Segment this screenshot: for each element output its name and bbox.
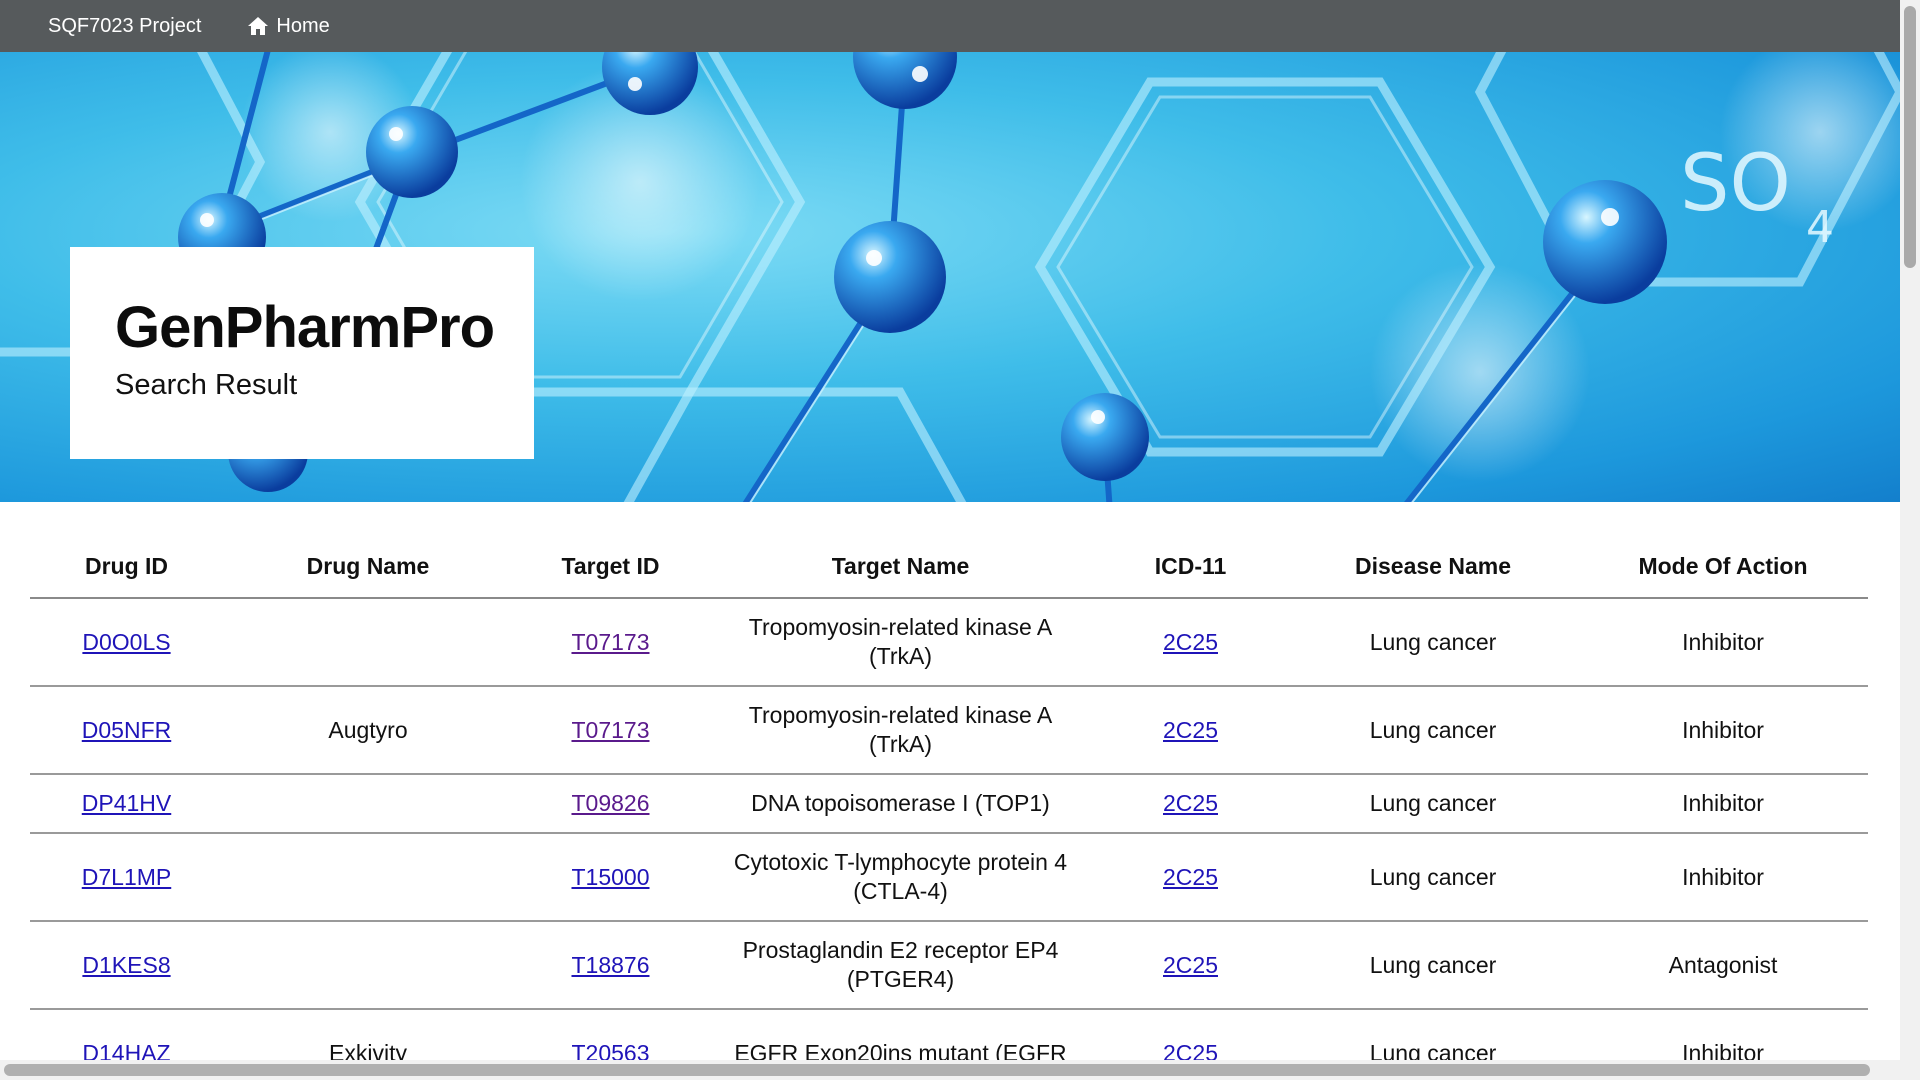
table-header-row: Drug ID Drug Name Target ID Target Name … xyxy=(30,535,1868,599)
target-id-cell: T15000 xyxy=(513,833,708,922)
disease-name-cell: Lung cancer xyxy=(1288,686,1578,775)
target-name-cell: DNA topoisomerase I (TOP1) xyxy=(708,774,1093,834)
icd11-cell: 2C25 xyxy=(1093,598,1288,687)
mode-of-action-cell: Inhibitor xyxy=(1578,598,1868,687)
vertical-scrollbar[interactable] xyxy=(1900,0,1920,1080)
column-header-drug-name: Drug Name xyxy=(223,535,513,599)
mode-of-action-cell: Inhibitor xyxy=(1578,774,1868,834)
target-id-link[interactable]: T07173 xyxy=(571,717,649,743)
drug-id-cell: D7L1MP xyxy=(30,833,223,922)
icd11-cell: 2C25 xyxy=(1093,686,1288,775)
icd11-link[interactable]: 2C25 xyxy=(1163,629,1218,655)
column-header-disease-name: Disease Name xyxy=(1288,535,1578,599)
target-name-cell: Prostaglandin E2 receptor EP4 (PTGER4) xyxy=(708,921,1093,1010)
disease-name-cell: Lung cancer xyxy=(1288,598,1578,687)
formula-so: SO xyxy=(1680,139,1791,229)
drug-name-cell xyxy=(223,774,513,834)
target-id-cell: T18876 xyxy=(513,921,708,1010)
drug-name-cell: Augtyro xyxy=(223,686,513,775)
mode-of-action-cell: Inhibitor xyxy=(1578,686,1868,775)
column-header-icd11: ICD-11 xyxy=(1093,535,1288,599)
table-row: DP41HV T09826 DNA topoisomerase I (TOP1)… xyxy=(30,774,1868,834)
drug-name-cell xyxy=(223,921,513,1010)
search-results-table: Drug ID Drug Name Target ID Target Name … xyxy=(30,535,1868,1080)
page-subtitle: Search Result xyxy=(115,369,298,401)
column-header-target-id: Target ID xyxy=(513,535,708,599)
table-row: D05NFR Augtyro T07173 Tropomyosin-relate… xyxy=(30,686,1868,775)
target-id-link[interactable]: T07173 xyxy=(571,629,649,655)
top-navbar: SQF7023 Project Home xyxy=(0,0,1900,52)
icd11-link[interactable]: 2C25 xyxy=(1163,864,1218,890)
page-title: GenPharmPro xyxy=(115,295,495,360)
drug-id-link[interactable]: D1KES8 xyxy=(82,952,170,978)
disease-name-cell: Lung cancer xyxy=(1288,921,1578,1010)
column-header-target-name: Target Name xyxy=(708,535,1093,599)
vertical-scrollbar-thumb[interactable] xyxy=(1904,6,1916,268)
drug-id-cell: D0O0LS xyxy=(30,598,223,687)
table-row: D0O0LS T07173 Tropomyosin-related kinase… xyxy=(30,598,1868,687)
drug-id-cell: D1KES8 xyxy=(30,921,223,1010)
home-nav-link[interactable]: Home xyxy=(247,14,330,38)
icd11-link[interactable]: 2C25 xyxy=(1163,952,1218,978)
column-header-drug-id: Drug ID xyxy=(30,535,223,599)
drug-id-link[interactable]: D0O0LS xyxy=(82,629,170,655)
table-row: D7L1MP T15000 Cytotoxic T-lymphocyte pro… xyxy=(30,833,1868,922)
icd11-cell: 2C25 xyxy=(1093,921,1288,1010)
icd11-cell: 2C25 xyxy=(1093,774,1288,834)
disease-name-cell: Lung cancer xyxy=(1288,774,1578,834)
drug-id-link[interactable]: DP41HV xyxy=(82,790,171,816)
brand-link[interactable]: SQF7023 Project xyxy=(48,15,201,38)
icd11-link[interactable]: 2C25 xyxy=(1163,790,1218,816)
target-id-link[interactable]: T18876 xyxy=(571,952,649,978)
drug-id-link[interactable]: D05NFR xyxy=(82,717,171,743)
icd11-link[interactable]: 2C25 xyxy=(1163,717,1218,743)
target-id-cell: T07173 xyxy=(513,598,708,687)
target-id-link[interactable]: T15000 xyxy=(571,864,649,890)
target-id-link[interactable]: T09826 xyxy=(571,790,649,816)
drug-id-link[interactable]: D7L1MP xyxy=(82,864,171,890)
icd11-cell: 2C25 xyxy=(1093,833,1288,922)
home-label: Home xyxy=(276,14,330,37)
horizontal-scrollbar[interactable] xyxy=(0,1060,1900,1080)
formula-subscript: 4 xyxy=(1806,202,1834,253)
table-row: D1KES8 T18876 Prostaglandin E2 receptor … xyxy=(30,921,1868,1010)
column-header-mode-of-action: Mode Of Action xyxy=(1578,535,1868,599)
mode-of-action-cell: Inhibitor xyxy=(1578,833,1868,922)
drug-name-cell xyxy=(223,833,513,922)
target-name-cell: Cytotoxic T-lymphocyte protein 4 (CTLA-4… xyxy=(708,833,1093,922)
mode-of-action-cell: Antagonist xyxy=(1578,921,1868,1010)
disease-name-cell: Lung cancer xyxy=(1288,833,1578,922)
home-icon xyxy=(248,17,269,35)
drug-id-cell: DP41HV xyxy=(30,774,223,834)
drug-name-cell xyxy=(223,598,513,687)
hero-banner: SO 4 GenPharmPro Search Result xyxy=(0,52,1900,502)
drug-id-cell: D05NFR xyxy=(30,686,223,775)
horizontal-scrollbar-thumb[interactable] xyxy=(4,1064,1870,1076)
hero-title-card: GenPharmPro Search Result xyxy=(70,247,534,459)
target-name-cell: Tropomyosin-related kinase A (TrkA) xyxy=(708,686,1093,775)
target-id-cell: T09826 xyxy=(513,774,708,834)
target-name-cell: Tropomyosin-related kinase A (TrkA) xyxy=(708,598,1093,687)
target-id-cell: T07173 xyxy=(513,686,708,775)
page: SQF7023 Project Home SO 4 GenPharmPro Se… xyxy=(0,0,1920,1080)
